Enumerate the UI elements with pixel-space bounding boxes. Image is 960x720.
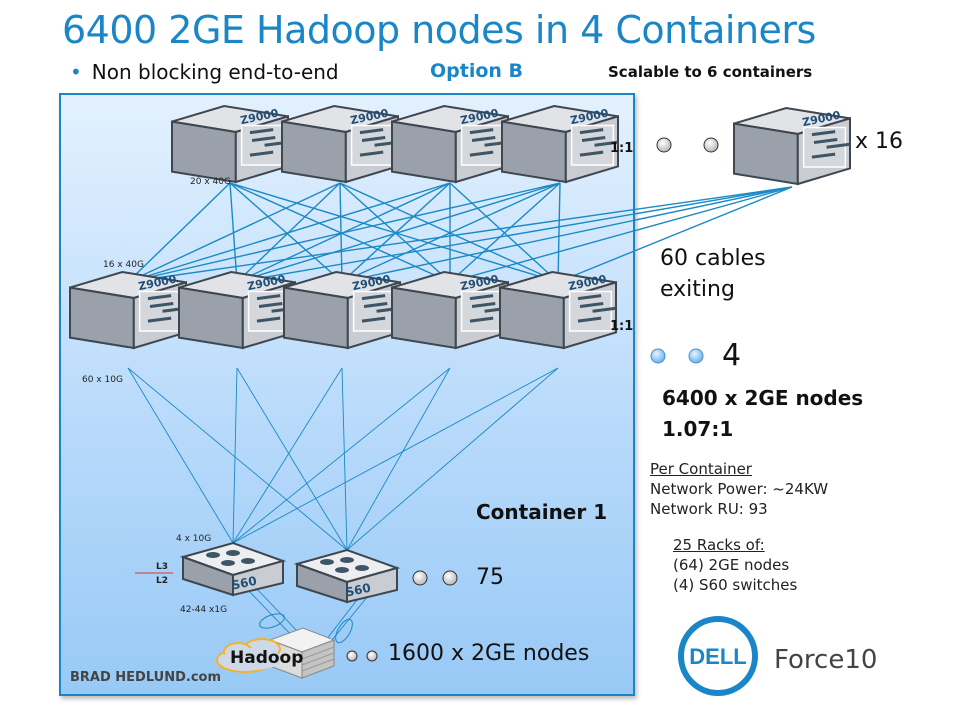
leaf-tor-link bbox=[232, 367, 343, 544]
leaf-tor-link bbox=[232, 367, 451, 544]
spine-switch-4: Z9000 bbox=[501, 104, 619, 184]
link-bundle-icon bbox=[335, 618, 353, 644]
spine-switch-3: Z9000 bbox=[391, 104, 509, 184]
arrow-icon bbox=[355, 565, 369, 571]
spine-ports-label: 20 x 40G bbox=[190, 177, 231, 187]
ellipsis-dot-icon bbox=[346, 650, 358, 662]
racks-info: 25 Racks of: (64) 2GE nodes (4) S60 swit… bbox=[673, 535, 797, 595]
network-ru: Network RU: 93 bbox=[650, 500, 768, 518]
leaf-ratio: 1:1 bbox=[610, 319, 634, 334]
spine-leaf-link bbox=[557, 182, 561, 283]
tor-downlinks-label: 42-44 x1G bbox=[180, 605, 228, 615]
ellipsis-dot-icon bbox=[366, 650, 378, 662]
leaf-downlinks-label: 60 x 10G bbox=[82, 375, 123, 385]
racks-switches: (4) S60 switches bbox=[673, 576, 798, 594]
container-label: Container 1 bbox=[476, 500, 608, 524]
network-power: Network Power: ~24KW bbox=[650, 480, 829, 498]
network-diagram: Z9000 Z9000 Z9000 Z9000 Z9000Z9000 Z9000 Z9000… bbox=[69, 104, 851, 696]
arrow-icon bbox=[221, 560, 235, 566]
arrow-icon bbox=[340, 557, 354, 563]
credit-text: BRAD HEDLUND.com bbox=[70, 670, 222, 685]
tor-uplinks-label: 4 x 10G bbox=[176, 534, 212, 544]
tor-server-link bbox=[325, 595, 361, 641]
arrow-icon bbox=[226, 550, 240, 556]
product-name: Force10 bbox=[774, 645, 878, 675]
ellipsis-dot-icon bbox=[650, 348, 666, 364]
spine-switch-2: Z9000 bbox=[281, 104, 399, 184]
container-nodes: 1600 x 2GE nodes bbox=[388, 641, 590, 666]
per-container-heading: Per Container bbox=[650, 460, 752, 478]
leaf-uplinks-label: 16 x 40G bbox=[103, 260, 144, 270]
tor-switch-2: S60 bbox=[293, 548, 401, 604]
leaf-tor-link bbox=[346, 367, 451, 551]
per-container-info: Per Container Network Power: ~24KW Netwo… bbox=[650, 459, 828, 519]
arrow-icon bbox=[335, 567, 349, 573]
spine-switch-1: Z9000 bbox=[171, 104, 289, 184]
arrow-icon bbox=[241, 558, 255, 564]
leaf-tor-link bbox=[341, 367, 348, 551]
oversubscription-ratio: 1.07:1 bbox=[662, 417, 734, 441]
spine-ratio: 1:1 bbox=[610, 141, 634, 156]
ellipsis-dot-icon bbox=[656, 137, 672, 153]
racks-nodes: (64) 2GE nodes bbox=[673, 556, 790, 574]
leaf-switch-2: Z9000 bbox=[178, 270, 296, 350]
spine-leaf-link bbox=[127, 182, 561, 283]
leaf-switch-1: Z9000 bbox=[69, 270, 187, 350]
arrow-icon bbox=[206, 552, 220, 558]
ellipsis-dot-icon bbox=[688, 348, 704, 364]
dell-logo: DELL bbox=[678, 616, 758, 696]
leaf-switch-4: Z9000 bbox=[391, 270, 509, 350]
tor-server-link bbox=[255, 587, 303, 637]
layer-l3-label: L3 bbox=[156, 562, 168, 572]
spine-multiplier: x 16 bbox=[855, 129, 904, 154]
ellipsis-dot-icon bbox=[442, 570, 458, 586]
layer-l2-label: L2 bbox=[156, 576, 168, 586]
extras-layer: DELL bbox=[135, 137, 758, 696]
arrow-icon bbox=[320, 559, 334, 565]
ellipsis-dot-icon bbox=[412, 570, 428, 586]
leaf-tor-link bbox=[236, 367, 348, 551]
spine-leaf-link bbox=[127, 182, 451, 283]
leaf-tor-link bbox=[127, 367, 348, 551]
leaf-tor-link bbox=[127, 367, 234, 544]
ellipsis-dot-icon bbox=[703, 137, 719, 153]
dell-logo-text: DELL bbox=[689, 644, 746, 669]
leaf-switch-5: Z9000 bbox=[499, 270, 617, 350]
total-nodes: 6400 x 2GE nodes bbox=[662, 386, 864, 410]
external-spine-switch: Z9000 bbox=[733, 106, 851, 186]
tor-count: 75 bbox=[476, 565, 504, 590]
racks-heading: 25 Racks of: bbox=[673, 536, 765, 554]
link-bundle-icon bbox=[259, 613, 285, 629]
cables-exiting: 60 cables exiting bbox=[660, 246, 766, 302]
tor-switch-1: S60 bbox=[179, 541, 287, 597]
hadoop-label: Hadoop bbox=[230, 648, 304, 668]
leaf-switch-3: Z9000 bbox=[283, 270, 401, 350]
container-count: 4 bbox=[722, 338, 742, 373]
